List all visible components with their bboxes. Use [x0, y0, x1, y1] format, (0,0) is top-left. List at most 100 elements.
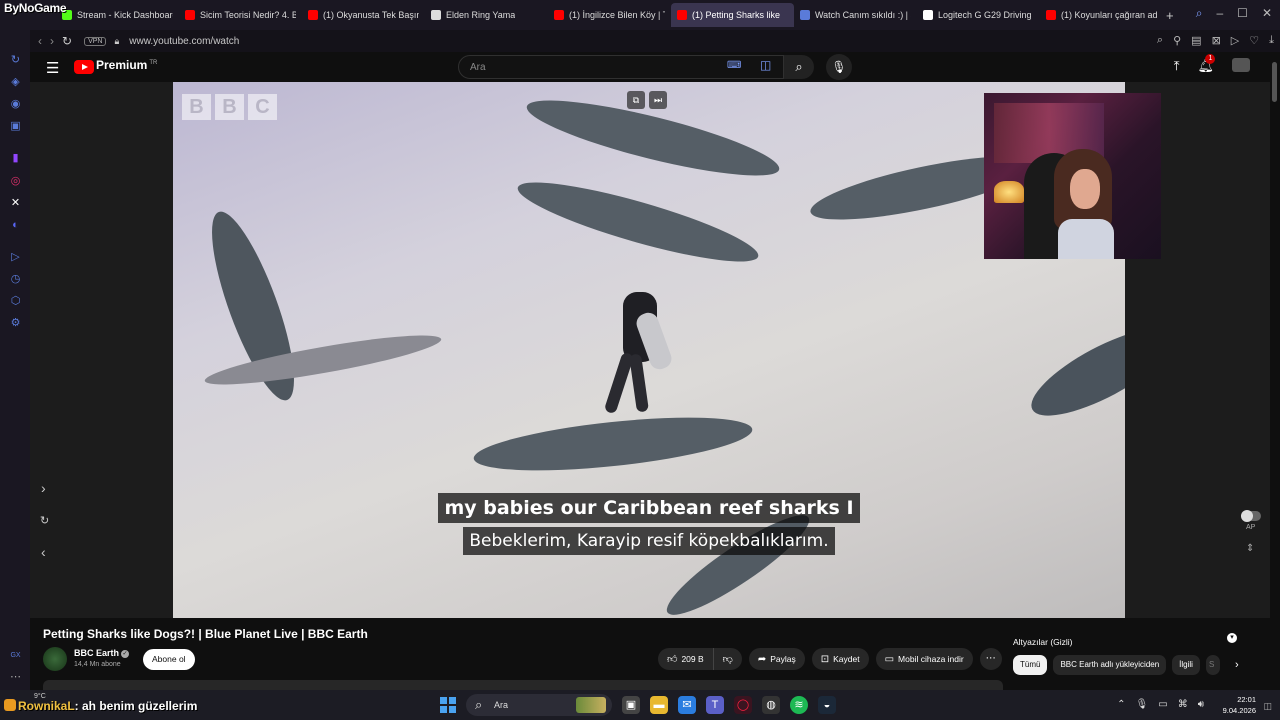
stream-brand-overlay: ByNoGame	[4, 1, 67, 15]
cam-person-shape	[1054, 149, 1114, 259]
wallet-icon[interactable]: ◈	[9, 76, 22, 89]
search-tabs-icon[interactable]: ⌕	[1196, 6, 1203, 21]
account-avatar[interactable]	[1232, 58, 1250, 72]
upload-icon[interactable]: ⤒	[1174, 58, 1180, 74]
minimize-icon[interactable]: –	[1216, 6, 1223, 21]
x-icon[interactable]: ✕	[9, 197, 22, 210]
steam-icon[interactable]: ◒	[818, 696, 836, 714]
notifications-center-icon[interactable]: ◫	[1263, 701, 1272, 712]
outlook-icon[interactable]: ✉	[678, 696, 696, 714]
browser-tab[interactable]: Elden Ring Yama	[425, 3, 548, 27]
keyboard-icon[interactable]: ⌨	[727, 60, 741, 71]
pip-icon[interactable]: ⧉	[627, 91, 645, 109]
browser-tab[interactable]: (1) İngilizce Bilen Köy | T	[548, 3, 671, 27]
cube-icon[interactable]: ⬡	[9, 295, 22, 308]
heart-icon[interactable]: ♡	[1249, 34, 1259, 47]
dislike-button[interactable]: 👎︎	[713, 648, 742, 670]
opera-gx-icon[interactable]: ◯	[734, 696, 752, 714]
display-icon[interactable]: ▭	[1158, 699, 1167, 710]
menu-icon[interactable]: ☰	[46, 59, 59, 77]
network-icon[interactable]: ⌘	[1178, 699, 1188, 710]
youtube-icon	[308, 10, 318, 20]
volume-icon[interactable]: 🔊︎	[1198, 699, 1204, 710]
prev-chevron-icon[interactable]: ‹	[41, 544, 46, 560]
forward-icon[interactable]: ›	[50, 34, 54, 48]
send-icon[interactable]: ▷	[1231, 34, 1239, 47]
subscribe-button[interactable]: Abone ol	[143, 649, 195, 670]
instagram-icon[interactable]: ◎	[9, 175, 22, 188]
sync-icon[interactable]: ↻	[9, 54, 22, 67]
taskbar-apps: Ara ▣ ▬ ✉ T ◯ ◍ ≋ ◒	[440, 694, 836, 716]
video-info: Petting Sharks like Dogs?! | Blue Planet…	[30, 618, 1270, 690]
browser-tab[interactable]: Watch Canım sıkıldı :) | S	[794, 3, 917, 27]
settings-icon[interactable]: ⚙	[9, 317, 22, 330]
taskbar-search[interactable]: Ara	[466, 694, 612, 716]
skip-icon[interactable]: ⏭	[649, 91, 667, 109]
chip-related[interactable]: İlgili	[1172, 655, 1200, 675]
tray-expand-icon[interactable]: ⌃	[1117, 699, 1125, 710]
browser-tab[interactable]: (1) Petting Sharks like	[671, 3, 794, 27]
chips-next-icon[interactable]: ›	[1235, 659, 1239, 671]
browser-tab[interactable]: Logitech G G29 Driving F	[917, 3, 1040, 27]
search-button[interactable]: ⌕	[784, 55, 814, 79]
extension-icon[interactable]: ◫	[760, 58, 771, 72]
voice-search-button[interactable]: 🎙︎	[826, 54, 852, 80]
discord-icon[interactable]: ◐	[9, 219, 22, 232]
chip-from-uploader[interactable]: BBC Earth adlı yükleyiciden	[1053, 655, 1167, 675]
player-icon[interactable]: ▷	[9, 251, 22, 264]
browser-tab[interactable]: (1) Okyanusta Tek Başına	[302, 3, 425, 27]
gx-corner-icon[interactable]: ▣	[9, 120, 22, 133]
chip-partial[interactable]: S	[1205, 655, 1220, 675]
next-chevron-icon[interactable]: ›	[41, 480, 46, 496]
reload-icon[interactable]: ↻	[62, 34, 72, 48]
task-view-icon[interactable]: ▣	[622, 696, 640, 714]
adblock-icon[interactable]: ⊠	[1212, 34, 1221, 47]
video-frame[interactable]: B B C ⧉ ⏭ my babies our Caribbean reef s…	[173, 82, 1125, 618]
back-icon[interactable]: ‹	[38, 34, 42, 48]
download-icon[interactable]: ⤓	[1269, 34, 1274, 47]
youtube-logo-icon[interactable]	[74, 60, 94, 74]
microphone-icon[interactable]: 🎙︎	[1136, 699, 1149, 710]
more-actions-button[interactable]: ⋯	[979, 648, 1002, 670]
youtube-premium-logo[interactable]: Premium TR	[96, 58, 157, 72]
vpn-badge[interactable]: VPN	[84, 36, 107, 46]
description-box[interactable]	[43, 680, 1003, 690]
expand-collapse-icon[interactable]: ⇕	[1246, 543, 1254, 554]
save-button[interactable]: ⊡ Kaydet	[811, 648, 869, 670]
channel-name[interactable]: BBC Earth ✓	[74, 648, 130, 658]
notifications-icon[interactable]: 🔔︎ 1	[1197, 54, 1216, 74]
gamepad-icon[interactable]: ◉	[9, 98, 22, 111]
more-icon[interactable]: ⋯	[9, 671, 22, 684]
browser-tab[interactable]: (1) Koyunları çağıran ada	[1040, 3, 1163, 27]
chip-all[interactable]: Tümü	[1013, 655, 1048, 675]
obs-icon[interactable]: ◍	[762, 696, 780, 714]
autoplay-toggle[interactable]	[1241, 510, 1261, 522]
scrollbar-thumb[interactable]	[1272, 62, 1277, 102]
download-button[interactable]: ▭ Mobil cihaza indir	[875, 648, 973, 670]
browser-tab[interactable]: Stream - Kick Dashboard	[56, 3, 179, 27]
zoom-icon[interactable]: ⌕	[1157, 34, 1163, 47]
reload-small-icon[interactable]: ↻	[40, 514, 49, 527]
share-button[interactable]: ➦ Paylaş	[748, 648, 805, 670]
snapshot-icon[interactable]: ▤	[1191, 34, 1201, 47]
chevron-down-icon[interactable]: ▾	[1227, 633, 1237, 643]
file-explorer-icon[interactable]: ▬	[650, 696, 668, 714]
url-field[interactable]: www.youtube.com/watch	[129, 36, 239, 47]
chat-username: RownikaL	[18, 699, 75, 713]
maximize-icon[interactable]: ☐	[1237, 6, 1248, 21]
clock[interactable]: 22:01 9.04.2026	[1223, 694, 1256, 716]
windows-start-icon[interactable]	[440, 697, 456, 713]
browser-tab[interactable]: Sicim Teorisi Nedir? 4. B	[179, 3, 302, 27]
channel-avatar[interactable]	[43, 647, 67, 671]
new-tab-button[interactable]: +	[1166, 8, 1174, 23]
teams-icon[interactable]: T	[706, 696, 724, 714]
spotify-icon[interactable]: ≋	[790, 696, 808, 714]
captions-panel[interactable]: Altyazılar (Gizli) ▾	[1013, 632, 1245, 648]
like-button[interactable]: 👍︎ 209 B	[658, 648, 714, 670]
history-icon[interactable]: ◷	[9, 273, 22, 286]
page-scrollbar[interactable]	[1270, 52, 1280, 690]
close-window-icon[interactable]: ✕	[1262, 6, 1272, 21]
gx-label-icon[interactable]: GX	[9, 649, 22, 662]
twitch-icon[interactable]: ▮	[9, 152, 22, 165]
pin-icon[interactable]: ⚲	[1173, 34, 1181, 47]
